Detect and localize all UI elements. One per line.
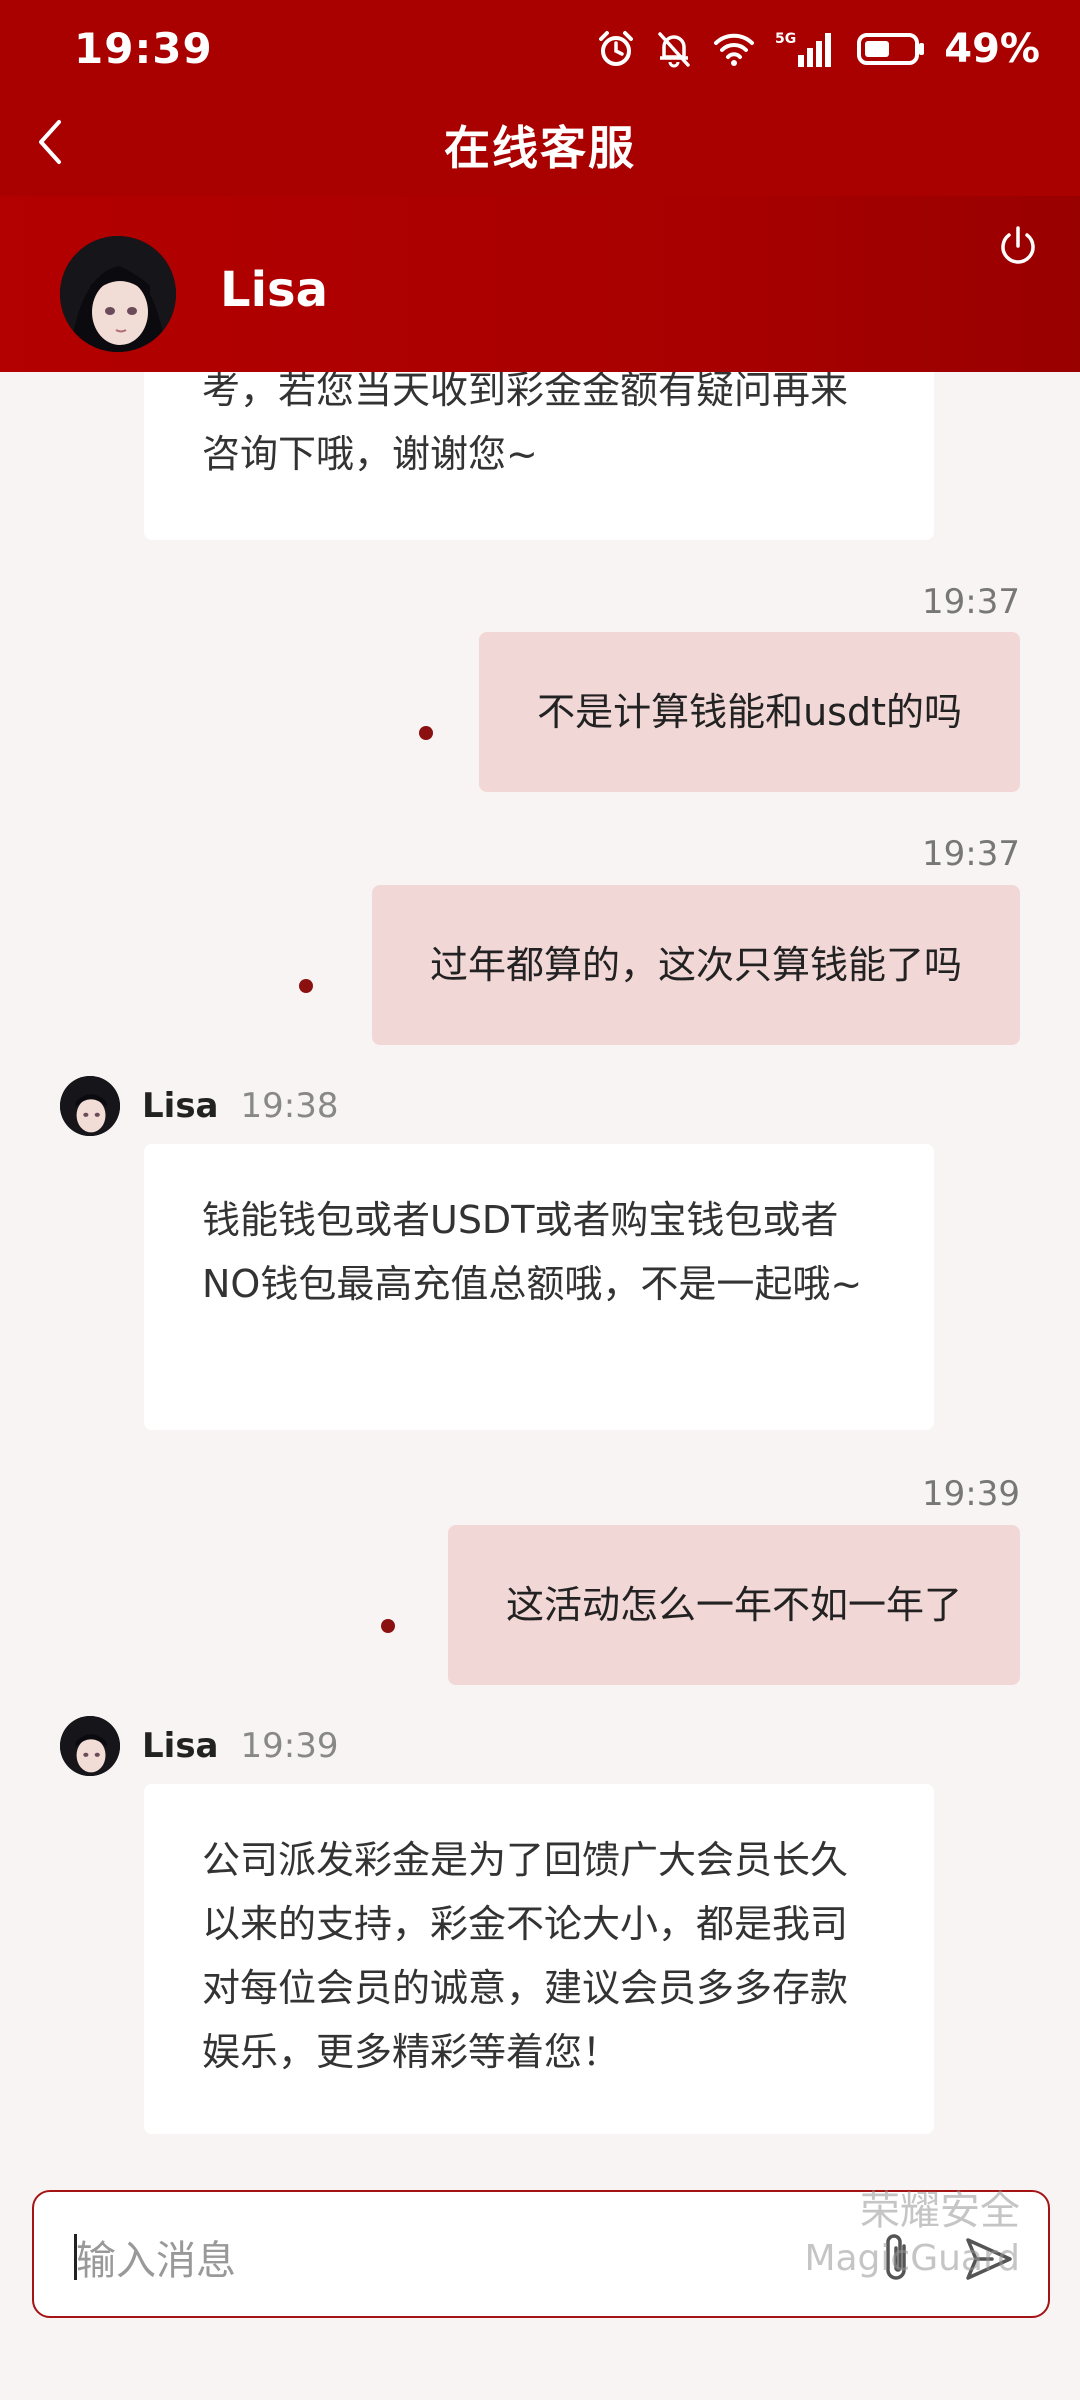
agent-name: Lisa: [220, 262, 328, 318]
message-incoming: 公司派发彩金是为了回馈广大会员长久以来的支持，彩金不论大小，都是我司对每位会员的…: [144, 1784, 934, 2134]
power-icon: [1001, 226, 1035, 264]
battery-icon: [857, 33, 925, 65]
message-outgoing: 不是计算钱能和usdt的吗: [479, 632, 1020, 792]
message-text: 考，若您当天收到彩金金额有疑问再来咨询下哦，谢谢您~: [202, 368, 849, 476]
message-text: 过年都算的，这次只算钱能了吗: [429, 943, 962, 987]
sender-name: Lisa: [142, 1086, 219, 1126]
end-chat-button[interactable]: [996, 224, 1040, 268]
top-bar: 19:39 5G 49% 在线客服: [0, 0, 1080, 196]
message-time: 19:38: [240, 1086, 339, 1126]
sender-name: Lisa: [142, 1726, 219, 1766]
sender-row: Lisa 19:39: [60, 1716, 338, 1776]
input-placeholder: 输入消息: [76, 2238, 236, 2284]
unread-dot: [381, 1619, 395, 1633]
svg-text:5G: 5G: [775, 31, 796, 47]
message-text: 不是计算钱能和usdt的吗: [537, 690, 962, 734]
wifi-icon: [714, 33, 755, 66]
status-time: 19:39: [74, 24, 213, 73]
message-text: 公司派发彩金是为了回馈广大会员长久以来的支持，彩金不论大小，都是我司对每位会员的…: [202, 1838, 849, 2074]
message-text: 钱能钱包或者USDT或者购宝钱包或者NO钱包最高充值总额哦，不是一起哦~: [202, 1198, 863, 1306]
unread-dot: [419, 726, 433, 740]
message-time: 19:37: [922, 834, 1020, 874]
alarm-icon: [599, 31, 634, 66]
avatar: [60, 236, 176, 352]
message-incoming: 钱能钱包或者USDT或者购宝钱包或者NO钱包最高充值总额哦，不是一起哦~: [144, 1144, 934, 1430]
signal-icon: 5G: [775, 31, 832, 67]
message-time: 19:39: [240, 1726, 339, 1766]
unread-dot: [299, 979, 313, 993]
mute-bell-icon: [658, 32, 690, 68]
avatar: [60, 1716, 120, 1776]
message-outgoing: 这活动怎么一年不如一年了: [447, 1525, 1020, 1685]
message-text: 这活动怎么一年不如一年了: [505, 1583, 962, 1627]
agent-header: Lisa: [0, 196, 1080, 372]
watermark-line2: MagicGuard: [804, 2238, 1020, 2279]
message-outgoing: 过年都算的，这次只算钱能了吗: [371, 885, 1020, 1045]
page-title: 在线客服: [444, 121, 636, 175]
message-time: 19:37: [922, 582, 1020, 622]
sender-row: Lisa 19:38: [60, 1076, 338, 1136]
avatar: [60, 1076, 120, 1136]
message-time: 19:39: [922, 1474, 1020, 1514]
watermark-line1: 荣耀安全: [860, 2188, 1020, 2234]
battery-percent: 49%: [944, 26, 1040, 72]
watermark: 荣耀安全 MagicGuard: [804, 2186, 1020, 2282]
status-icons: 5G 49%: [596, 26, 1040, 72]
